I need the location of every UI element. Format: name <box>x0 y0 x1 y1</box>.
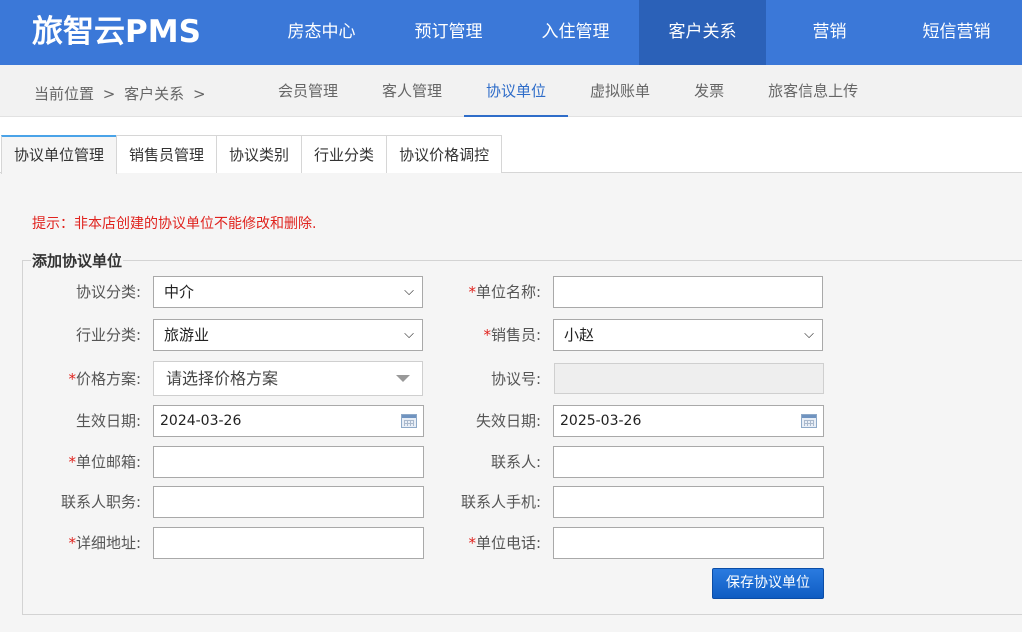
required-mark: * <box>68 370 76 388</box>
unit-phone-label-text: 单位电话: <box>475 534 541 552</box>
agreement-type-label: 协议分类: <box>21 276 141 308</box>
contact-title-label: 联系人职务: <box>21 486 141 518</box>
contact-label-text: 联系人: <box>490 453 541 471</box>
industry-select[interactable]: 旅游业 ⌵ <box>153 319 423 351</box>
unit-email-label: *单位邮箱: <box>21 446 141 478</box>
address-label-text: 详细地址: <box>75 534 141 552</box>
breadcrumb: 当前位置 > 客户关系 > <box>34 65 210 117</box>
effective-date-label: 生效日期: <box>21 405 141 437</box>
contact-mobile-label-text: 联系人手机: <box>460 493 541 511</box>
contact-title-input[interactable] <box>153 486 424 518</box>
address-input[interactable] <box>153 527 424 559</box>
chevron-down-icon: ⌵ <box>804 327 814 342</box>
form-legend: 添加协议单位 <box>31 250 124 271</box>
subtab-guests[interactable]: 客人管理 <box>360 65 464 117</box>
expire-date-label-text: 失效日期: <box>475 412 541 430</box>
tab-bar: 协议单位管理 销售员管理 协议类别 行业分类 协议价格调控 <box>0 117 1022 174</box>
sub-nav-bar: 当前位置 > 客户关系 > 会员管理 客人管理 协议单位 虚拟账单 发票 旅客信… <box>0 65 1022 117</box>
tab-salesperson-management[interactable]: 销售员管理 <box>116 135 218 173</box>
form-fieldset <box>22 260 1022 615</box>
unit-email-input[interactable] <box>153 446 424 478</box>
tab-industry-categories[interactable]: 行业分类 <box>301 135 388 173</box>
effective-date-value: 2024-03-26 <box>160 413 242 429</box>
main-nav: 房态中心 预订管理 入住管理 客户关系 营销 短信营销 <box>258 0 1020 65</box>
save-agreement-unit-button[interactable]: 保存协议单位 <box>712 568 824 599</box>
brand-logo: 旅智云PMS <box>32 14 201 50</box>
agreement-type-value: 中介 <box>164 283 195 301</box>
agreement-no-input[interactable] <box>554 363 824 394</box>
nav-checkin[interactable]: 入住管理 <box>512 0 639 65</box>
expire-date-input[interactable]: 2025-03-26 <box>553 405 824 437</box>
agreement-no-label: 协议号: <box>421 363 541 395</box>
tabs: 协议单位管理 销售员管理 协议类别 行业分类 协议价格调控 <box>1 135 503 174</box>
price-plan-label: *价格方案: <box>21 363 141 395</box>
unit-name-label: *单位名称: <box>421 276 541 308</box>
price-plan-label-text: 价格方案: <box>75 370 141 388</box>
calendar-icon[interactable] <box>401 414 417 428</box>
calendar-icon[interactable] <box>801 414 817 428</box>
required-mark: * <box>468 283 476 301</box>
subtab-members[interactable]: 会员管理 <box>256 65 360 117</box>
caret-down-icon <box>396 375 410 382</box>
subtab-virtual-bills[interactable]: 虚拟账单 <box>568 65 672 117</box>
contact-title-label-text: 联系人职务: <box>60 493 141 511</box>
breadcrumb-current: 客户关系 <box>124 85 185 103</box>
subtab-guest-info-upload[interactable]: 旅客信息上传 <box>746 65 880 117</box>
industry-value: 旅游业 <box>164 326 210 344</box>
required-mark: * <box>68 534 76 552</box>
nav-sms-marketing[interactable]: 短信营销 <box>893 0 1020 65</box>
contact-mobile-label: 联系人手机: <box>421 486 541 518</box>
contact-label: 联系人: <box>421 446 541 478</box>
breadcrumb-prefix: 当前位置 <box>34 85 95 103</box>
subtab-invoices[interactable]: 发票 <box>672 65 746 117</box>
nav-reservation[interactable]: 预订管理 <box>385 0 512 65</box>
price-plan-select[interactable]: 请选择价格方案 <box>153 361 423 396</box>
industry-label-text: 行业分类: <box>75 326 141 344</box>
unit-phone-input[interactable] <box>553 527 824 559</box>
tab-agreement-price-control[interactable]: 协议价格调控 <box>386 135 503 173</box>
effective-date-label-text: 生效日期: <box>75 412 141 430</box>
chevron-down-icon: ⌵ <box>404 284 414 299</box>
effective-date-input[interactable]: 2024-03-26 <box>153 405 424 437</box>
top-bar: 旅智云PMS 房态中心 预订管理 入住管理 客户关系 营销 短信营销 <box>0 0 1022 65</box>
expire-date-label: 失效日期: <box>421 405 541 437</box>
unit-name-input[interactable] <box>553 276 823 308</box>
price-plan-value: 请选择价格方案 <box>166 369 279 388</box>
salesperson-value: 小赵 <box>564 326 595 344</box>
sub-tabs: 会员管理 客人管理 协议单位 虚拟账单 发票 旅客信息上传 <box>256 65 880 117</box>
required-mark: * <box>68 453 76 471</box>
subtab-agreement-units[interactable]: 协议单位 <box>464 65 569 117</box>
chevron-down-icon: ⌵ <box>404 327 414 342</box>
nav-customer-relations[interactable]: 客户关系 <box>639 0 766 65</box>
salesperson-label-text: 销售员: <box>490 326 541 344</box>
agreement-no-label-text: 协议号: <box>490 370 541 388</box>
breadcrumb-separator: > <box>102 85 116 103</box>
required-mark: * <box>468 534 476 552</box>
notice-text: 提示：非本店创建的协议单位不能修改和删除. <box>32 216 317 232</box>
expire-date-value: 2025-03-26 <box>560 413 642 429</box>
salesperson-select[interactable]: 小赵 ⌵ <box>553 319 823 351</box>
unit-email-label-text: 单位邮箱: <box>75 453 141 471</box>
contact-input[interactable] <box>553 446 824 478</box>
nav-marketing[interactable]: 营销 <box>766 0 893 65</box>
tab-agreement-categories[interactable]: 协议类别 <box>216 135 303 173</box>
salesperson-label: *销售员: <box>421 319 541 351</box>
unit-phone-label: *单位电话: <box>421 527 541 559</box>
contact-mobile-input[interactable] <box>553 486 824 518</box>
breadcrumb-separator-end: > <box>192 85 206 103</box>
industry-label: 行业分类: <box>21 319 141 351</box>
address-label: *详细地址: <box>21 527 141 559</box>
nav-room-status[interactable]: 房态中心 <box>258 0 385 65</box>
required-mark: * <box>483 326 491 344</box>
content-panel: 提示：非本店创建的协议单位不能修改和删除. 添加协议单位 协议分类: 中介 ⌵ … <box>1 188 1022 632</box>
agreement-type-select[interactable]: 中介 ⌵ <box>153 276 423 308</box>
agreement-type-label-text: 协议分类: <box>75 283 141 301</box>
tab-agreement-unit-management[interactable]: 协议单位管理 <box>1 135 118 174</box>
unit-name-label-text: 单位名称: <box>475 283 541 301</box>
